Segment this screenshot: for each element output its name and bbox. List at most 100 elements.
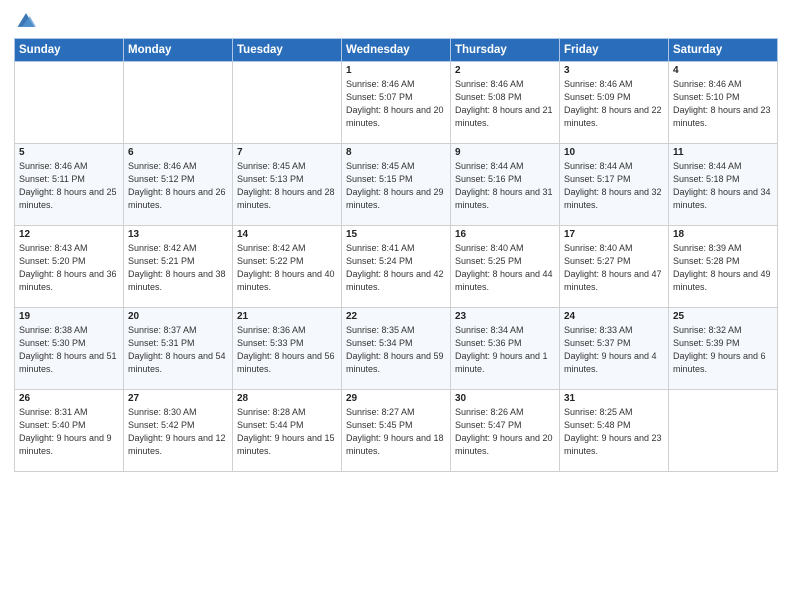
day-info: Sunrise: 8:27 AM Sunset: 5:45 PM Dayligh… bbox=[346, 406, 446, 458]
day-number: 25 bbox=[673, 311, 773, 322]
day-info: Sunrise: 8:46 AM Sunset: 5:11 PM Dayligh… bbox=[19, 160, 119, 212]
day-cell: 15Sunrise: 8:41 AM Sunset: 5:24 PM Dayli… bbox=[342, 226, 451, 308]
day-number: 17 bbox=[564, 229, 664, 240]
day-number: 5 bbox=[19, 147, 119, 158]
day-info: Sunrise: 8:34 AM Sunset: 5:36 PM Dayligh… bbox=[455, 324, 555, 376]
day-number: 3 bbox=[564, 65, 664, 76]
week-row-4: 19 Sunrise: 8:38 AM Sunset: 5:30 PM Dayli… bbox=[15, 308, 778, 390]
day-info: Sunrise: 8:35 AM Sunset: 5:34 PM Dayligh… bbox=[346, 324, 446, 376]
day-cell: 7Sunrise: 8:45 AM Sunset: 5:13 PM Daylig… bbox=[233, 144, 342, 226]
page: SundayMondayTuesdayWednesdayThursdayFrid… bbox=[0, 0, 792, 612]
day-cell: 14 Sunrise: 8:42 AM Sunset: 5:22 PM Dayli… bbox=[233, 226, 342, 308]
day-number: 14 bbox=[237, 229, 337, 240]
day-number: 10 bbox=[564, 147, 664, 158]
weekday-header-monday: Monday bbox=[124, 39, 233, 62]
week-row-3: 12Sunrise: 8:43 AM Sunset: 5:20 PM Dayli… bbox=[15, 226, 778, 308]
day-info: Sunrise: 8:31 AM Sunset: 5:40 PM Dayligh… bbox=[19, 406, 119, 458]
day-cell bbox=[233, 62, 342, 144]
day-number: 7 bbox=[237, 147, 337, 158]
day-cell: 27 Sunrise: 8:30 AM Sunset: 5:42 PM Dayli… bbox=[124, 390, 233, 472]
day-number: 6 bbox=[128, 147, 228, 158]
weekday-header-thursday: Thursday bbox=[451, 39, 560, 62]
day-info: Sunrise: 8:37 AM Sunset: 5:31 PM Dayligh… bbox=[128, 324, 228, 376]
day-info: Sunrise: 8:43 AM Sunset: 5:20 PM Dayligh… bbox=[19, 242, 119, 294]
day-cell: 29 Sunrise: 8:27 AM Sunset: 5:45 PM Dayli… bbox=[342, 390, 451, 472]
day-cell: 22Sunrise: 8:35 AM Sunset: 5:34 PM Dayli… bbox=[342, 308, 451, 390]
day-number: 9 bbox=[455, 147, 555, 158]
day-info: Sunrise: 8:40 AM Sunset: 5:25 PM Dayligh… bbox=[455, 242, 555, 294]
day-number: 28 bbox=[237, 393, 337, 404]
day-cell: 6 Sunrise: 8:46 AM Sunset: 5:12 PM Daylig… bbox=[124, 144, 233, 226]
day-info: Sunrise: 8:32 AM Sunset: 5:39 PM Dayligh… bbox=[673, 324, 773, 376]
weekday-header-tuesday: Tuesday bbox=[233, 39, 342, 62]
day-cell: 20Sunrise: 8:37 AM Sunset: 5:31 PM Dayli… bbox=[124, 308, 233, 390]
weekday-header-sunday: Sunday bbox=[15, 39, 124, 62]
day-cell bbox=[669, 390, 778, 472]
day-info: Sunrise: 8:33 AM Sunset: 5:37 PM Dayligh… bbox=[564, 324, 664, 376]
day-info: Sunrise: 8:39 AM Sunset: 5:28 PM Dayligh… bbox=[673, 242, 773, 294]
day-cell: 11 Sunrise: 8:44 AM Sunset: 5:18 PM Dayli… bbox=[669, 144, 778, 226]
weekday-header-wednesday: Wednesday bbox=[342, 39, 451, 62]
day-cell: 13 Sunrise: 8:42 AM Sunset: 5:21 PM Dayli… bbox=[124, 226, 233, 308]
day-cell: 21 Sunrise: 8:36 AM Sunset: 5:33 PM Dayli… bbox=[233, 308, 342, 390]
day-cell: 5 Sunrise: 8:46 AM Sunset: 5:11 PM Daylig… bbox=[15, 144, 124, 226]
day-cell: 4 Sunrise: 8:46 AM Sunset: 5:10 PM Daylig… bbox=[669, 62, 778, 144]
header bbox=[14, 10, 778, 30]
day-number: 16 bbox=[455, 229, 555, 240]
day-cell: 30 Sunrise: 8:26 AM Sunset: 5:47 PM Dayli… bbox=[451, 390, 560, 472]
day-cell bbox=[15, 62, 124, 144]
calendar: SundayMondayTuesdayWednesdayThursdayFrid… bbox=[14, 38, 778, 472]
day-info: Sunrise: 8:46 AM Sunset: 5:09 PM Dayligh… bbox=[564, 78, 664, 130]
day-info: Sunrise: 8:44 AM Sunset: 5:18 PM Dayligh… bbox=[673, 160, 773, 212]
day-info: Sunrise: 8:42 AM Sunset: 5:21 PM Dayligh… bbox=[128, 242, 228, 294]
day-info: Sunrise: 8:46 AM Sunset: 5:07 PM Dayligh… bbox=[346, 78, 446, 130]
day-number: 30 bbox=[455, 393, 555, 404]
day-cell: 9Sunrise: 8:44 AM Sunset: 5:16 PM Daylig… bbox=[451, 144, 560, 226]
day-number: 13 bbox=[128, 229, 228, 240]
day-info: Sunrise: 8:40 AM Sunset: 5:27 PM Dayligh… bbox=[564, 242, 664, 294]
day-cell: 26 Sunrise: 8:31 AM Sunset: 5:40 PM Dayli… bbox=[15, 390, 124, 472]
day-info: Sunrise: 8:46 AM Sunset: 5:10 PM Dayligh… bbox=[673, 78, 773, 130]
day-info: Sunrise: 8:36 AM Sunset: 5:33 PM Dayligh… bbox=[237, 324, 337, 376]
day-cell bbox=[124, 62, 233, 144]
logo-icon bbox=[14, 10, 38, 30]
weekday-header-saturday: Saturday bbox=[669, 39, 778, 62]
day-info: Sunrise: 8:46 AM Sunset: 5:08 PM Dayligh… bbox=[455, 78, 555, 130]
day-cell: 17 Sunrise: 8:40 AM Sunset: 5:27 PM Dayli… bbox=[560, 226, 669, 308]
day-number: 27 bbox=[128, 393, 228, 404]
day-cell: 16 Sunrise: 8:40 AM Sunset: 5:25 PM Dayli… bbox=[451, 226, 560, 308]
day-cell: 25 Sunrise: 8:32 AM Sunset: 5:39 PM Dayli… bbox=[669, 308, 778, 390]
day-info: Sunrise: 8:42 AM Sunset: 5:22 PM Dayligh… bbox=[237, 242, 337, 294]
day-number: 24 bbox=[564, 311, 664, 322]
day-info: Sunrise: 8:26 AM Sunset: 5:47 PM Dayligh… bbox=[455, 406, 555, 458]
day-number: 11 bbox=[673, 147, 773, 158]
day-info: Sunrise: 8:46 AM Sunset: 5:12 PM Dayligh… bbox=[128, 160, 228, 212]
day-number: 21 bbox=[237, 311, 337, 322]
day-number: 26 bbox=[19, 393, 119, 404]
week-row-5: 26 Sunrise: 8:31 AM Sunset: 5:40 PM Dayli… bbox=[15, 390, 778, 472]
day-cell: 19 Sunrise: 8:38 AM Sunset: 5:30 PM Dayli… bbox=[15, 308, 124, 390]
weekday-header-friday: Friday bbox=[560, 39, 669, 62]
day-cell: 10 Sunrise: 8:44 AM Sunset: 5:17 PM Dayli… bbox=[560, 144, 669, 226]
day-cell: 1 Sunrise: 8:46 AM Sunset: 5:07 PM Daylig… bbox=[342, 62, 451, 144]
day-cell: 8 Sunrise: 8:45 AM Sunset: 5:15 PM Daylig… bbox=[342, 144, 451, 226]
day-number: 18 bbox=[673, 229, 773, 240]
day-cell: 3 Sunrise: 8:46 AM Sunset: 5:09 PM Daylig… bbox=[560, 62, 669, 144]
day-info: Sunrise: 8:28 AM Sunset: 5:44 PM Dayligh… bbox=[237, 406, 337, 458]
day-cell: 31 Sunrise: 8:25 AM Sunset: 5:48 PM Dayli… bbox=[560, 390, 669, 472]
day-info: Sunrise: 8:30 AM Sunset: 5:42 PM Dayligh… bbox=[128, 406, 228, 458]
day-number: 1 bbox=[346, 65, 446, 76]
day-info: Sunrise: 8:44 AM Sunset: 5:17 PM Dayligh… bbox=[564, 160, 664, 212]
day-info: Sunrise: 8:25 AM Sunset: 5:48 PM Dayligh… bbox=[564, 406, 664, 458]
day-number: 29 bbox=[346, 393, 446, 404]
weekday-header-row: SundayMondayTuesdayWednesdayThursdayFrid… bbox=[15, 39, 778, 62]
day-cell: 23Sunrise: 8:34 AM Sunset: 5:36 PM Dayli… bbox=[451, 308, 560, 390]
day-cell: 28 Sunrise: 8:28 AM Sunset: 5:44 PM Dayli… bbox=[233, 390, 342, 472]
day-info: Sunrise: 8:38 AM Sunset: 5:30 PM Dayligh… bbox=[19, 324, 119, 376]
week-row-2: 5 Sunrise: 8:46 AM Sunset: 5:11 PM Daylig… bbox=[15, 144, 778, 226]
day-number: 31 bbox=[564, 393, 664, 404]
day-number: 19 bbox=[19, 311, 119, 322]
day-number: 4 bbox=[673, 65, 773, 76]
day-number: 8 bbox=[346, 147, 446, 158]
day-info: Sunrise: 8:45 AM Sunset: 5:15 PM Dayligh… bbox=[346, 160, 446, 212]
